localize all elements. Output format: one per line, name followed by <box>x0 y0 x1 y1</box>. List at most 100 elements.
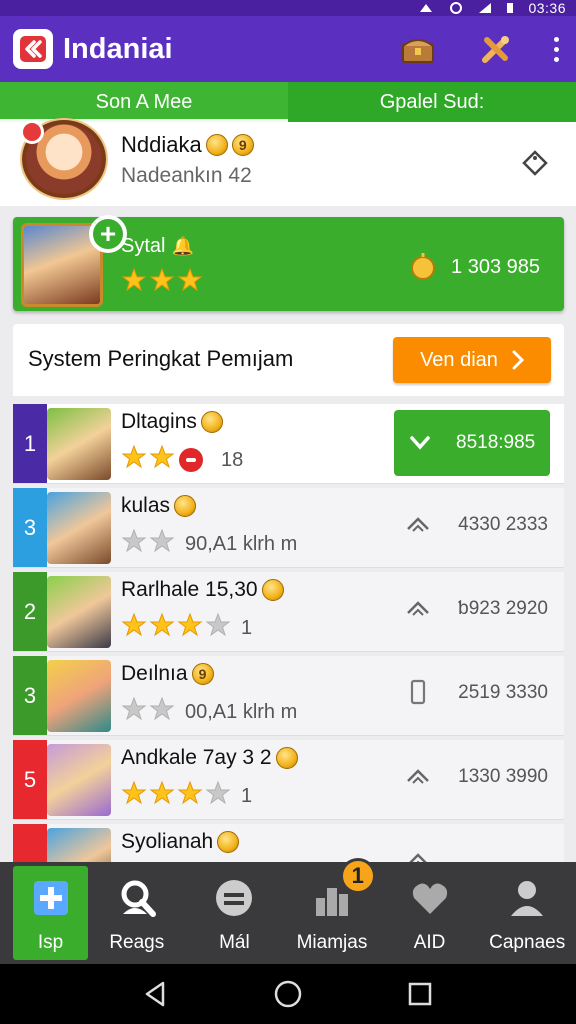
star-icon <box>149 267 175 298</box>
tab-son-a-mee[interactable]: Son A Mee <box>0 82 288 122</box>
tab-label: Gpalel Sud: <box>379 90 485 113</box>
nav-label: Miamjas <box>296 932 368 953</box>
view-all-label: Ven dian <box>420 348 498 371</box>
nav-label: AID <box>413 932 446 953</box>
tools-icon <box>482 36 509 63</box>
leaderboard-header: System Peringkat Pemıjam Ven dian <box>13 324 564 396</box>
phone-icon[interactable] <box>404 678 432 706</box>
player-avatar[interactable] <box>47 828 111 862</box>
view-all-button[interactable]: Ven dian <box>393 337 551 383</box>
coin-icon <box>200 411 223 433</box>
player-name: Syolianah <box>121 830 214 853</box>
rank-badge: 1 <box>13 404 47 483</box>
player-meta: 18 <box>121 444 243 476</box>
coin-icon <box>261 579 284 601</box>
player-score: 1330 3990 <box>458 766 548 787</box>
star-icon <box>121 444 147 476</box>
leaderboard-row[interactable]: 3 kulas 90,A1 klrh m 4330 2333 <box>13 488 564 568</box>
player-name: Dltagins <box>121 410 197 433</box>
coin-icon <box>174 495 197 517</box>
star-icon <box>149 528 175 560</box>
player-name: Rarlhale 15,30 <box>121 578 258 601</box>
search-user-icon <box>115 876 159 920</box>
player-avatar[interactable] <box>47 408 111 480</box>
leaderboard-row[interactable]: 2 Rarlhale 15,30 1 ƅ923 2920 <box>13 572 564 652</box>
featured-name: Sytal <box>121 235 166 257</box>
nav-item-reags[interactable]: Reags <box>88 862 186 964</box>
rank-badge: 2 <box>13 572 47 651</box>
tag-icon[interactable] <box>518 146 552 180</box>
player-avatar[interactable] <box>47 744 111 816</box>
nav-item-m-l[interactable]: Mál <box>186 862 284 964</box>
logo-icon <box>20 36 46 62</box>
star-icon <box>177 612 203 644</box>
player-name-row: Andkale 7ay 3 2 <box>121 746 298 770</box>
score-expand-button[interactable]: 8518:985 <box>394 410 550 476</box>
chevron-up-icon[interactable] <box>404 594 432 622</box>
profile-subtitle: Nadeankın 42 <box>121 164 252 187</box>
star-icon <box>149 612 175 644</box>
featured-stars <box>121 267 203 298</box>
nav-item-capnaes[interactable]: Capnaes <box>478 862 576 964</box>
player-extra: 00,A1 klrh m <box>185 700 298 723</box>
coin-icon <box>275 747 298 769</box>
chevron-up-icon[interactable] <box>404 846 432 862</box>
chest-button[interactable] <box>394 25 442 73</box>
player-avatar[interactable] <box>47 492 111 564</box>
nav-item-isp[interactable]: Isp <box>13 866 88 960</box>
home-icon[interactable] <box>273 979 303 1009</box>
star-icon <box>121 780 147 812</box>
featured-player-card[interactable]: + Sytal 🔔 1 303 985 <box>13 215 564 311</box>
leaderboard-row[interactable]: 3 Deılnıa 9 00,A1 klrh m 2519 3330 <box>13 656 564 736</box>
back-icon[interactable] <box>141 979 171 1009</box>
rank-badge <box>13 824 47 862</box>
player-name: Andkale 7ay 3 2 <box>121 746 272 769</box>
coin-bag-icon <box>411 253 436 280</box>
chat-icon <box>212 876 256 920</box>
nav-item-miamjas[interactable]: Miamjas 1 <box>283 858 381 964</box>
section-title: System Peringkat Pemıjam <box>28 346 294 371</box>
featured-score-row: 1 303 985 <box>409 253 540 281</box>
nav-label: Reags <box>109 932 165 953</box>
player-avatar[interactable] <box>47 576 111 648</box>
chevron-up-icon[interactable] <box>404 762 432 790</box>
player-score: ƅ923 2920 <box>458 598 548 619</box>
battery-icon <box>507 3 514 13</box>
player-meta: 1 <box>121 612 252 644</box>
player-avatar[interactable] <box>47 660 111 732</box>
avatar-badge <box>20 120 44 144</box>
clock: 03:36 <box>528 0 566 16</box>
leaderboard-row[interactable]: Syolianah <box>13 824 564 862</box>
player-score: 4330 2333 <box>458 514 548 535</box>
player-meta: 00,A1 klrh m <box>121 696 297 728</box>
heart-icon <box>408 876 452 920</box>
leaderboard-row[interactable]: 5 Andkale 7ay 3 2 1 1330 3990 <box>13 740 564 820</box>
leaderboard-row[interactable]: 1 Dltagins 18 8518:985 <box>13 404 564 484</box>
app-logo[interactable] <box>13 29 53 69</box>
chevron-up-icon[interactable] <box>404 510 432 538</box>
app-title: Indaniai <box>63 32 173 65</box>
wifi-icon <box>450 2 463 14</box>
level-badge: 9 <box>231 134 254 156</box>
player-score: 2519 3330 <box>458 682 548 703</box>
star-icon <box>149 780 175 812</box>
recents-icon[interactable] <box>405 979 435 1009</box>
overflow-menu-button[interactable] <box>536 25 576 73</box>
player-name: Deılnıa <box>121 662 188 685</box>
profile-card[interactable]: Nddiaka 9 Nadeankın 42 <box>0 120 576 206</box>
player-name-row: Rarlhale 15,30 <box>121 578 284 602</box>
rank-badge: 3 <box>13 488 47 567</box>
tools-button[interactable] <box>472 25 520 73</box>
nav-item-aid[interactable]: AID <box>381 862 479 964</box>
star-icon <box>149 444 175 476</box>
player-name-row: Syolianah <box>121 830 240 854</box>
notification-badge: 1 <box>339 858 376 894</box>
tab-gpalel-sud[interactable]: Gpalel Sud: <box>288 82 576 122</box>
signal-icon <box>479 3 492 13</box>
tab-label: Son A Mee <box>95 90 193 113</box>
nav-label: Isp <box>37 932 64 953</box>
star-icon <box>121 267 147 298</box>
player-meta: 1 <box>121 780 252 812</box>
player-name-row: kulas <box>121 494 197 518</box>
featured-score: 1 303 985 <box>451 255 540 278</box>
